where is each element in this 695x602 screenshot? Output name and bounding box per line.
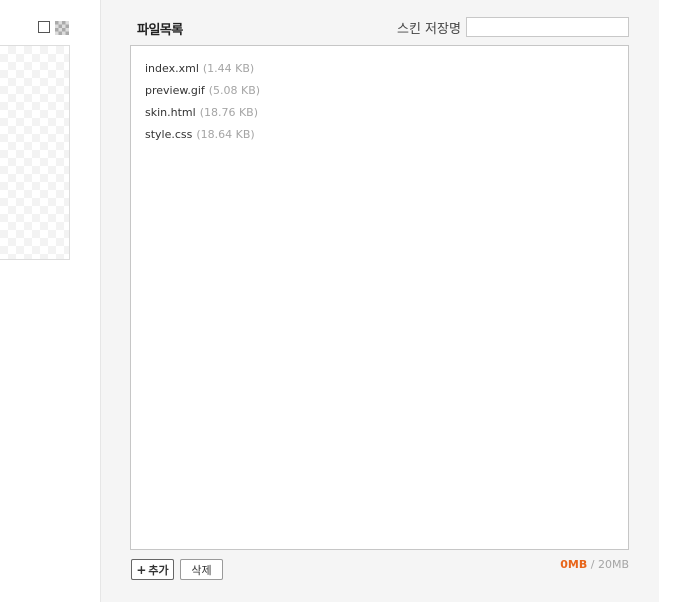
background-toggle-group <box>38 21 69 35</box>
file-item[interactable]: style.css (18.64 KB) <box>145 124 614 146</box>
add-file-button[interactable]: + 추가 <box>131 559 174 580</box>
storage-usage: 0MB / 20MB <box>560 558 629 571</box>
file-name: style.css <box>145 128 193 141</box>
panel-title: 파일목록 <box>137 23 183 38</box>
plain-background-toggle[interactable] <box>38 21 50 33</box>
storage-limit: 20MB <box>597 558 629 571</box>
file-size: (1.44 KB) <box>202 62 255 75</box>
file-size: (18.64 KB) <box>196 128 255 141</box>
file-size: (5.08 KB) <box>208 84 261 97</box>
file-item[interactable]: skin.html (18.76 KB) <box>145 102 614 124</box>
plus-icon: + <box>136 562 147 577</box>
file-panel: 파일목록 스킨 저장명 index.xml (1.44 KB) preview.gi… <box>100 0 659 602</box>
delete-file-button[interactable]: 삭제 <box>180 559 223 580</box>
storage-used: 0MB <box>560 558 588 571</box>
skin-preview-canvas <box>0 45 70 260</box>
file-name: index.xml <box>145 62 199 75</box>
delete-file-button-label: 삭제 <box>191 563 212 577</box>
file-item[interactable]: preview.gif (5.08 KB) <box>145 80 614 102</box>
file-name: preview.gif <box>145 84 205 97</box>
add-file-button-label: 추가 <box>148 563 169 577</box>
skin-name-input[interactable] <box>466 17 629 37</box>
file-item[interactable]: index.xml (1.44 KB) <box>145 58 614 80</box>
file-name: skin.html <box>145 106 196 119</box>
file-list[interactable]: index.xml (1.44 KB) preview.gif (5.08 KB) sk… <box>130 45 629 550</box>
checker-background-toggle[interactable] <box>55 21 69 35</box>
skin-name-label: 스킨 저장명 <box>397 22 461 37</box>
file-size: (18.76 KB) <box>199 106 259 119</box>
storage-separator: / <box>587 558 598 571</box>
